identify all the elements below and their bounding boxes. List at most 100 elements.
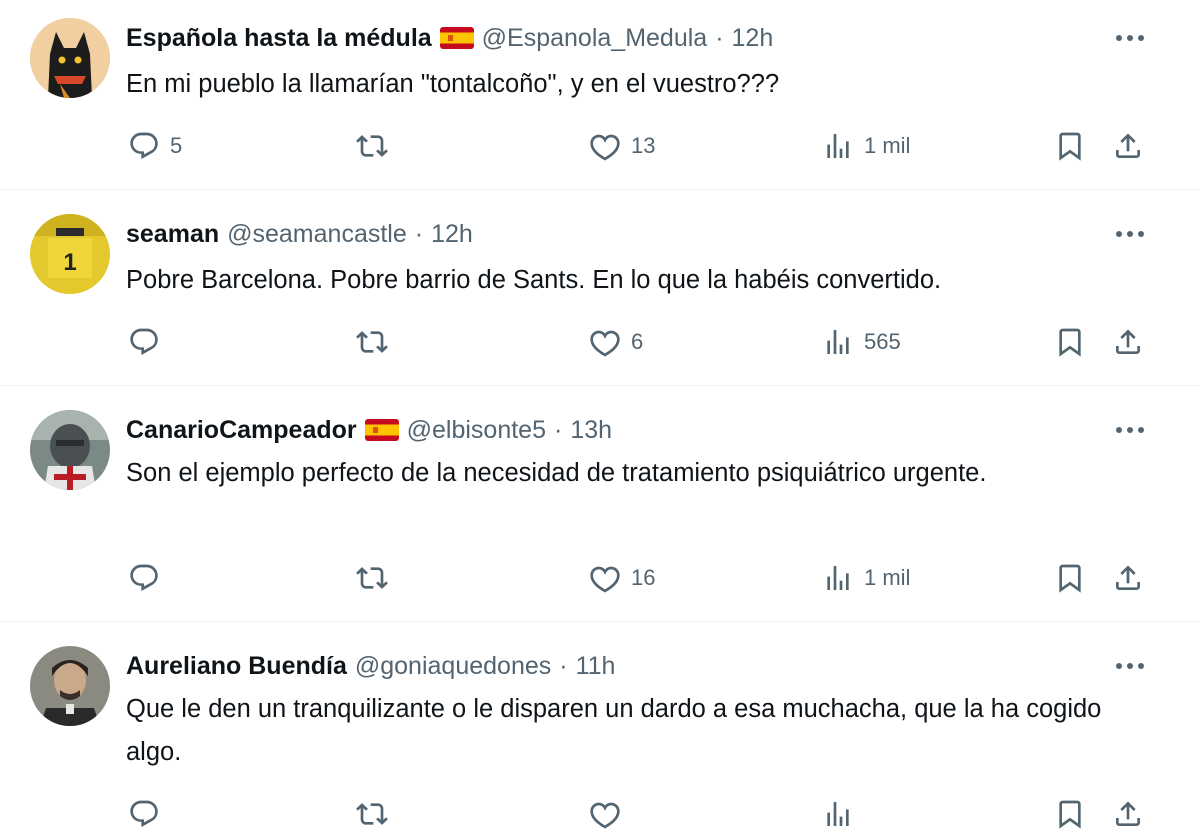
bookmark-button[interactable]: [1054, 792, 1086, 836]
retweet-button[interactable]: [356, 320, 398, 364]
timestamp[interactable]: 12h: [431, 220, 473, 249]
more-options-button[interactable]: [1110, 20, 1150, 56]
separator-dot: ·: [715, 23, 724, 52]
share-button[interactable]: [1112, 320, 1144, 364]
author-handle[interactable]: @Espanola_Medula: [482, 24, 708, 53]
avatar[interactable]: [30, 410, 110, 490]
views-chart-icon: [827, 566, 849, 590]
like-button[interactable]: [589, 792, 631, 836]
share-icon: [1116, 801, 1140, 826]
heart-icon: [590, 802, 620, 829]
author-name[interactable]: Aureliano Buendía: [126, 652, 347, 681]
tweet-4[interactable]: Aureliano Buendía @goniaquedones · 11h Q…: [0, 622, 1200, 829]
author-name[interactable]: CanarioCampeador: [126, 416, 357, 445]
heart-icon: [590, 134, 620, 161]
retweet-icon: [356, 567, 388, 589]
yellow-jersey-avatar-icon: 1: [30, 214, 110, 294]
bookmark-button[interactable]: [1054, 124, 1086, 168]
separator-dot: ·: [559, 651, 568, 680]
bookmark-button[interactable]: [1054, 320, 1086, 364]
black-cat-avatar-icon: [30, 18, 110, 98]
avatar[interactable]: 1: [30, 214, 110, 294]
spain-flag-icon: [364, 419, 399, 441]
reply-icon: [130, 800, 158, 827]
views-button[interactable]: 1 mil: [822, 124, 910, 168]
more-options-button[interactable]: [1110, 216, 1150, 252]
retweet-button[interactable]: [356, 124, 398, 168]
reply-button[interactable]: 5: [128, 124, 182, 168]
views-chart-icon: [827, 802, 849, 826]
timestamp[interactable]: 12h: [732, 24, 774, 53]
tweet-actions: 5 13 1 mil: [0, 124, 1200, 168]
timestamp[interactable]: 11h: [576, 652, 616, 681]
avatar[interactable]: [30, 646, 110, 726]
reply-button[interactable]: [128, 320, 170, 364]
tweet-text: Pobre Barcelona. Pobre barrio de Sants. …: [126, 266, 942, 294]
tweet-2[interactable]: 1 seaman @seamancastle · 12h Pobre Barce…: [0, 190, 1200, 386]
share-button[interactable]: [1112, 792, 1144, 836]
share-button[interactable]: [1112, 556, 1144, 600]
tweet-actions: [0, 792, 1200, 836]
views-count: 1 mil: [864, 133, 911, 158]
heart-icon: [590, 566, 620, 593]
avatar[interactable]: [30, 18, 110, 98]
retweet-icon: [356, 331, 388, 353]
ellipsis-icon: [1116, 427, 1144, 433]
like-count: 6: [631, 329, 644, 354]
views-count: 1 mil: [864, 565, 911, 590]
retweet-icon: [356, 135, 388, 157]
share-icon: [1116, 329, 1140, 354]
reply-count: 5: [170, 133, 183, 158]
bookmark-icon: [1059, 132, 1081, 161]
separator-dot: ·: [553, 415, 563, 444]
reply-icon: [130, 564, 158, 591]
heart-icon: [590, 330, 620, 357]
knight-helmet-avatar-icon: [30, 410, 110, 490]
timestamp[interactable]: 13h: [570, 416, 612, 445]
reply-button[interactable]: [128, 792, 170, 836]
like-count: 16: [631, 565, 656, 590]
man-portrait-avatar-icon: [30, 646, 110, 726]
retweet-icon: [356, 803, 388, 825]
tweet-text: En mi pueblo la llamarían "tontalcoño", …: [126, 70, 780, 98]
ellipsis-icon: [1116, 231, 1144, 237]
views-button[interactable]: 1 mil: [822, 556, 910, 600]
tweet-text: Que le den un tranquilizante o le dispar…: [126, 695, 1102, 766]
more-options-button[interactable]: [1110, 412, 1150, 448]
reply-icon: [130, 328, 158, 355]
tweet-3[interactable]: CanarioCampeador @elbisonte5 · 13h Son e…: [0, 386, 1200, 622]
svg-text:1: 1: [63, 249, 76, 276]
bookmark-button[interactable]: [1054, 556, 1086, 600]
bookmark-icon: [1059, 800, 1081, 829]
share-icon: [1116, 565, 1140, 590]
views-button[interactable]: 565: [822, 320, 901, 364]
reply-button[interactable]: [128, 556, 170, 600]
author-handle[interactable]: @goniaquedones: [355, 652, 551, 681]
author-handle[interactable]: @seamancastle: [227, 220, 407, 249]
views-button[interactable]: [822, 792, 864, 836]
tweet-actions: 16 1 mil: [0, 556, 1200, 600]
share-button[interactable]: [1112, 124, 1144, 168]
tweet-1[interactable]: Española hasta la médula @Espanola_Medul…: [0, 0, 1200, 190]
views-chart-icon: [827, 330, 849, 354]
tweet-actions: 6 565: [0, 320, 1200, 364]
author-name[interactable]: seaman: [126, 220, 219, 249]
tweet-text: Son el ejemplo perfecto de la necesidad …: [126, 459, 987, 487]
retweet-button[interactable]: [356, 792, 398, 836]
ellipsis-icon: [1116, 663, 1144, 669]
like-button[interactable]: 6: [589, 320, 643, 364]
author-handle[interactable]: @elbisonte5: [407, 416, 546, 445]
views-chart-icon: [827, 134, 849, 158]
like-button[interactable]: 16: [589, 556, 655, 600]
reply-icon: [130, 132, 158, 159]
bookmark-icon: [1059, 328, 1081, 357]
like-count: 13: [631, 133, 656, 158]
views-count: 565: [864, 329, 901, 354]
separator-dot: ·: [414, 219, 424, 248]
like-button[interactable]: 13: [589, 124, 655, 168]
spain-flag-icon: [439, 27, 474, 49]
retweet-button[interactable]: [356, 556, 398, 600]
author-name[interactable]: Española hasta la médula: [126, 24, 432, 53]
bookmark-icon: [1059, 564, 1081, 593]
more-options-button[interactable]: [1110, 648, 1150, 684]
